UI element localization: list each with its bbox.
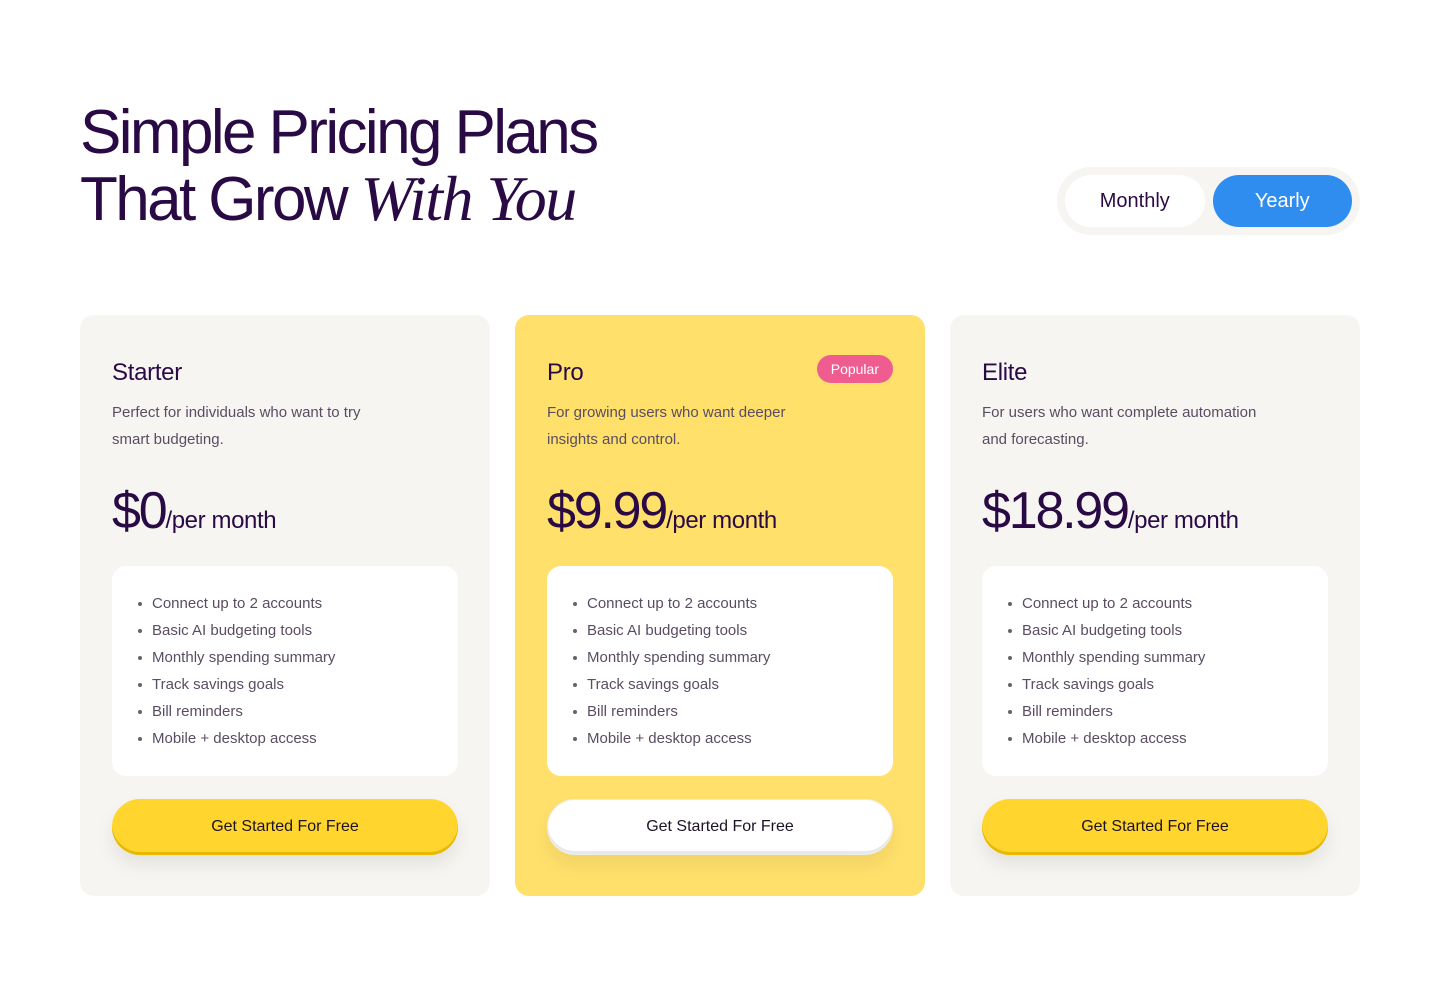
feature-list: Connect up to 2 accounts Basic AI budget… — [571, 590, 873, 752]
feature-item: Bill reminders — [136, 698, 438, 725]
feature-item: Track savings goals — [136, 671, 438, 698]
feature-item: Mobile + desktop access — [1006, 725, 1308, 752]
feature-list-panel: Connect up to 2 accounts Basic AI budget… — [112, 566, 458, 776]
pricing-card-elite: Elite For users who want complete automa… — [950, 315, 1360, 896]
title-line-1: Simple Pricing Plans — [80, 98, 599, 167]
plan-price: $0 — [112, 482, 168, 540]
yearly-toggle-button[interactable]: Yearly — [1212, 175, 1352, 227]
page-title: Simple Pricing Plans That Grow With You — [80, 98, 599, 233]
get-started-button[interactable]: Get Started For Free — [112, 799, 458, 855]
plan-name: Starter — [112, 359, 182, 386]
pricing-card-starter: Starter Perfect for individuals who want… — [80, 315, 490, 896]
feature-item: Mobile + desktop access — [136, 725, 438, 752]
get-started-button[interactable]: Get Started For Free — [547, 799, 893, 855]
feature-item: Connect up to 2 accounts — [136, 590, 438, 617]
feature-list-panel: Connect up to 2 accounts Basic AI budget… — [982, 566, 1328, 776]
feature-item: Bill reminders — [1006, 698, 1308, 725]
title-line-2-plain: That Grow — [80, 165, 349, 234]
feature-list: Connect up to 2 accounts Basic AI budget… — [136, 590, 438, 752]
feature-item: Basic AI budgeting tools — [136, 617, 438, 644]
plan-description: For users who want complete automation a… — [982, 404, 1257, 448]
title-line-2-italic: With You — [360, 163, 578, 234]
price-row: $18.99/per month — [982, 481, 1239, 541]
feature-list: Connect up to 2 accounts Basic AI budget… — [1006, 590, 1308, 752]
price-period: /per month — [666, 507, 777, 534]
feature-list-panel: Connect up to 2 accounts Basic AI budget… — [547, 566, 893, 776]
plan-description: Perfect for individuals who want to try … — [112, 404, 361, 448]
plan-price: $18.99 — [982, 482, 1130, 540]
feature-item: Monthly spending summary — [571, 644, 873, 671]
price-period: /per month — [1127, 507, 1239, 534]
feature-item: Basic AI budgeting tools — [1006, 617, 1308, 644]
feature-item: Track savings goals — [571, 671, 873, 698]
pricing-card-pro: Pro Popular For growing users who want d… — [515, 315, 925, 896]
price-row: $9.99/per month — [547, 481, 777, 541]
feature-item: Connect up to 2 accounts — [571, 590, 873, 617]
feature-item: Track savings goals — [1006, 671, 1308, 698]
feature-item: Mobile + desktop access — [571, 725, 873, 752]
title-line-2: That Grow With You — [80, 166, 597, 233]
feature-item: Connect up to 2 accounts — [1006, 590, 1308, 617]
plan-description: For growing users who want deeper insigh… — [547, 404, 786, 448]
feature-item: Monthly spending summary — [1006, 644, 1308, 671]
feature-item: Bill reminders — [571, 698, 873, 725]
plan-price: $9.99 — [547, 482, 668, 540]
get-started-button[interactable]: Get Started For Free — [982, 799, 1328, 855]
price-period: /per month — [165, 507, 277, 534]
monthly-toggle-button[interactable]: Monthly — [1065, 175, 1205, 227]
plan-name: Pro — [547, 359, 584, 386]
billing-period-toggle: Monthly Yearly — [1057, 167, 1360, 235]
feature-item: Monthly spending summary — [136, 644, 438, 671]
feature-item: Basic AI budgeting tools — [571, 617, 873, 644]
price-row: $0/per month — [112, 481, 277, 541]
popular-badge: Popular — [816, 355, 893, 383]
plan-name: Elite — [982, 359, 1028, 386]
